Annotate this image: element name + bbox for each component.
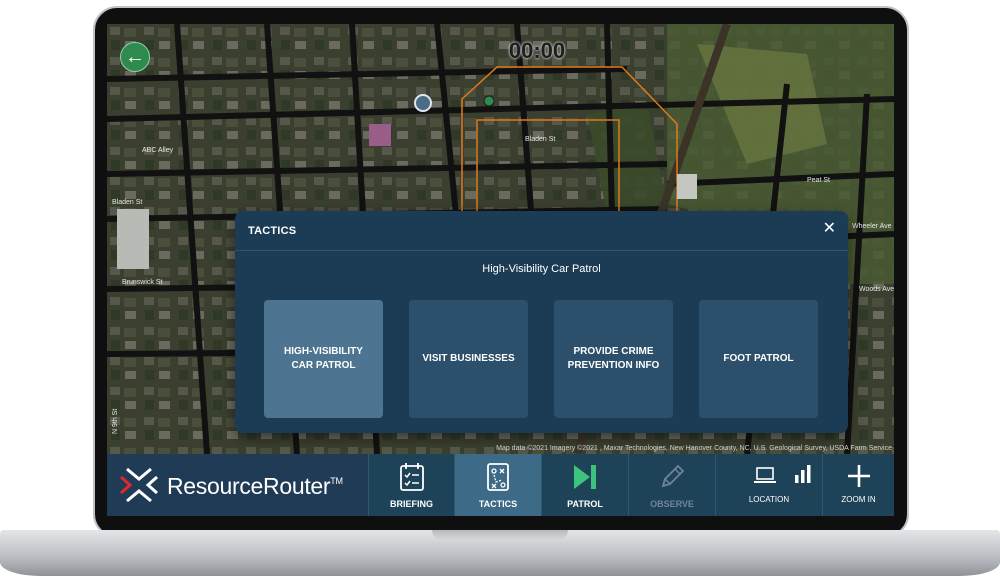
signal-bars-icon <box>795 465 811 483</box>
street-label: Brunswick St <box>122 279 163 286</box>
briefing-button[interactable]: BRIEFING <box>368 454 454 516</box>
brand-logo: ResourceRouterTM <box>107 454 368 516</box>
modal-title: TACTICS <box>248 225 297 237</box>
street-label: N 9th St <box>112 409 119 434</box>
tactics-board-icon <box>487 463 509 491</box>
brand-text: ResourceRouter <box>167 473 331 499</box>
pencil-icon <box>661 464 685 488</box>
tactics-label: TACTICS <box>478 499 518 509</box>
back-arrow-icon[interactable]: ← <box>120 42 150 72</box>
plus-icon <box>847 465 870 487</box>
observe-button[interactable]: OBSERVE <box>628 454 715 516</box>
location-button[interactable]: LOCATION <box>715 454 822 516</box>
app-screen: ABC Alley Bladen St Bladen St Brunswick St P… <box>107 24 894 516</box>
tactics-modal: TACTICS ✕ High-Visibility Car Patrol HIG… <box>235 211 848 433</box>
tactic-option-foot-patrol[interactable]: FOOT PATROL <box>699 300 818 418</box>
tactic-option-provide-crime-prevention-info[interactable]: PROVIDE CRIME PREVENTION INFO <box>554 300 673 418</box>
briefing-label: BRIEFING <box>389 499 433 509</box>
map-attribution: Map data ©2021 Imagery ©2021 , Maxar Tec… <box>496 445 892 452</box>
zoom-in-label: ZOOM IN <box>841 495 876 504</box>
location-label: LOCATION <box>748 495 790 504</box>
street-label: Wheeler Ave <box>852 223 892 230</box>
street-label: Woods Ave <box>859 286 894 293</box>
patrol-button[interactable]: PATROL <box>541 454 628 516</box>
tactic-option-visit-businesses[interactable]: VISIT BUSINESSES <box>409 300 528 418</box>
street-label: Bladen St <box>525 136 555 143</box>
tactics-button[interactable]: TACTICS <box>454 454 541 516</box>
bottom-toolbar: ResourceRouterTM BRIEFING TACTICS PATROL… <box>107 454 894 516</box>
tactic-option-high-visibility-car-patrol[interactable]: HIGH-VISIBILITY CAR PATROL <box>264 300 383 418</box>
laptop-notch <box>432 530 568 540</box>
close-icon[interactable]: ✕ <box>823 221 836 237</box>
checklist-icon <box>399 463 424 491</box>
patrol-label: PATROL <box>567 499 603 509</box>
street-label: Peat St <box>807 177 830 184</box>
observe-label: OBSERVE <box>650 499 694 509</box>
mission-timer: 00:00 <box>508 38 566 63</box>
resource-router-logo-icon <box>120 467 158 503</box>
brand-name: ResourceRouterTM <box>167 473 343 500</box>
selected-tactic-title: High-Visibility Car Patrol <box>482 263 601 275</box>
street-label: Bladen St <box>112 199 142 206</box>
modal-divider <box>235 250 848 251</box>
laptop-icon <box>754 467 776 483</box>
trademark-mark: TM <box>330 476 343 486</box>
street-label: ABC Alley <box>142 147 174 154</box>
play-end-icon <box>574 465 596 489</box>
zoom-in-button[interactable]: ZOOM IN <box>822 454 894 516</box>
